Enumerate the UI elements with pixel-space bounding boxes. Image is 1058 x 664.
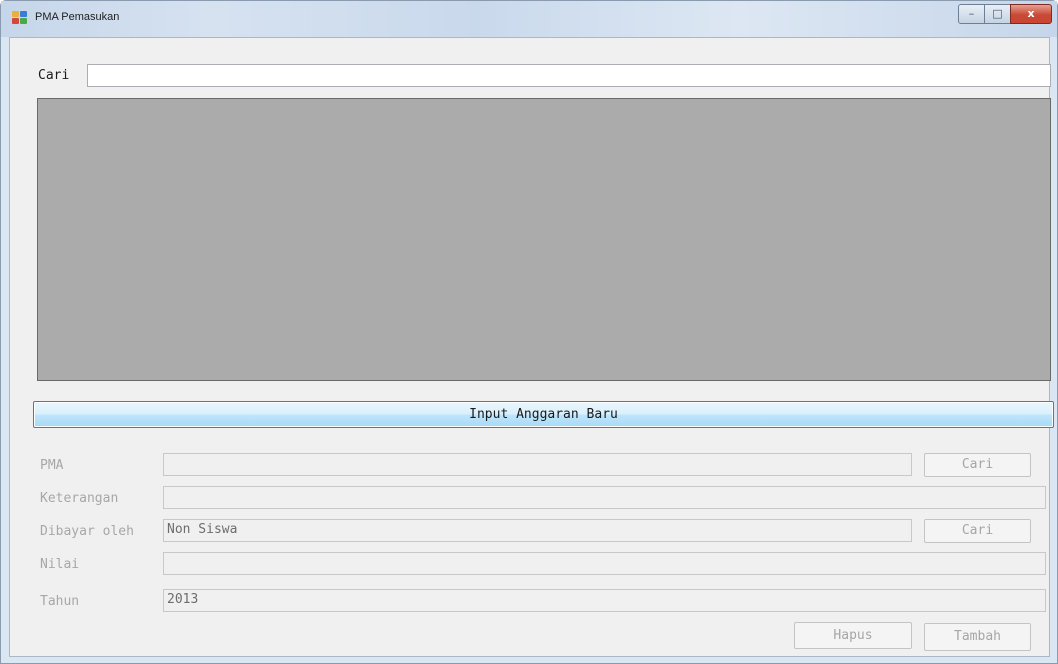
pma-label: PMA	[40, 458, 64, 473]
pma-field[interactable]	[163, 453, 912, 476]
tahun-label: Tahun	[40, 594, 80, 609]
main-window: PMA Pemasukan – □ x Cari Input Anggaran …	[0, 0, 1058, 664]
nilai-label: Nilai	[40, 557, 80, 572]
data-grid[interactable]	[37, 98, 1051, 381]
tambah-button[interactable]: Tambah	[924, 623, 1031, 651]
maximize-button[interactable]: □	[984, 4, 1011, 24]
pma-cari-button[interactable]: Cari	[924, 453, 1031, 477]
input-anggaran-baru-button[interactable]: Input Anggaran Baru	[33, 401, 1054, 428]
dibayar-oleh-label: Dibayar oleh	[40, 524, 134, 539]
form-client-area: Cari Input Anggaran Baru PMA Cari Ketera…	[9, 37, 1054, 657]
app-icon	[12, 11, 28, 25]
minimize-button[interactable]: –	[958, 4, 985, 24]
window-title: PMA Pemasukan	[35, 11, 120, 23]
nilai-field[interactable]	[163, 552, 1046, 575]
search-input[interactable]	[87, 64, 1051, 87]
keterangan-field[interactable]	[163, 486, 1046, 509]
hapus-button[interactable]: Hapus	[794, 622, 912, 649]
dibayar-oleh-cari-button[interactable]: Cari	[924, 519, 1031, 543]
tahun-field[interactable]: 2013	[163, 589, 1046, 612]
keterangan-label: Keterangan	[40, 491, 119, 506]
close-button[interactable]: x	[1010, 4, 1052, 24]
dibayar-oleh-field[interactable]: Non Siswa	[163, 519, 912, 542]
title-bar[interactable]: PMA Pemasukan – □ x	[1, 1, 1057, 37]
search-label: Cari	[38, 68, 70, 83]
